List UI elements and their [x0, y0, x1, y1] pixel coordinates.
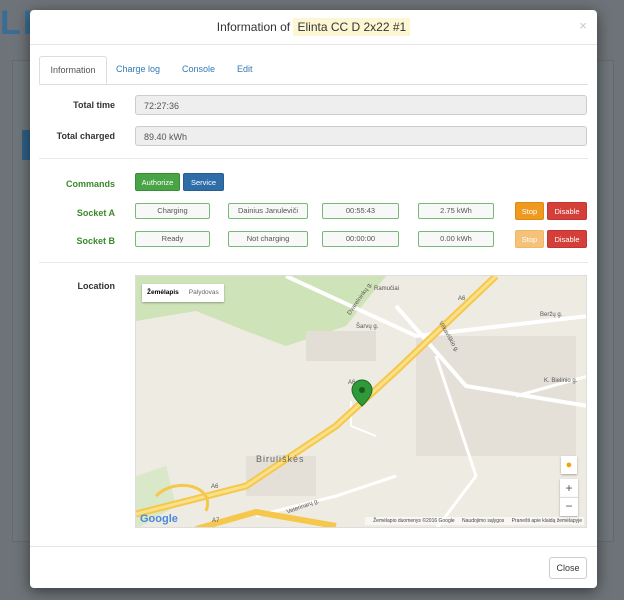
map-terms-link[interactable]: Naudojimo sąlygos	[462, 518, 504, 524]
socket-b-label: Socket B	[76, 236, 115, 246]
map-road-label: A6	[211, 484, 219, 490]
map-data-credit: Žemėlapio duomenys ©2016 Google	[373, 518, 455, 524]
google-logo: Google	[140, 513, 178, 525]
map-label-ramuciai: Ramučiai	[374, 286, 400, 292]
street-view-pegman-icon[interactable]: ●	[561, 456, 577, 474]
socket-a-stop-button[interactable]: Stop	[515, 202, 544, 220]
map-report-link[interactable]: Pranešti apie klaidą žemėlapyje	[512, 518, 582, 524]
total-time-label: Total time	[73, 100, 115, 110]
modal-header: Information of Elinta CC D 2x22 #1 ×	[30, 10, 597, 45]
tab-bar: Information Charge log Console Edit	[39, 56, 588, 85]
map-marker-dot	[359, 387, 365, 393]
total-charged-field: 89.40 kWh	[135, 126, 587, 146]
close-icon[interactable]: ×	[579, 18, 587, 33]
map-street-label: Šarvų g.	[356, 324, 379, 330]
map-type-toggle: Žemėlapis Palydovas	[142, 284, 224, 302]
tab-charge-log[interactable]: Charge log	[116, 56, 160, 84]
map-street-label: Beržų g.	[540, 312, 563, 318]
map-type-map[interactable]: Žemėlapis	[142, 284, 184, 302]
socket-a-disable-button[interactable]: Disable	[547, 202, 587, 220]
station-name: Elinta CC D 2x22 #1	[293, 18, 411, 36]
socket-a-label: Socket A	[76, 208, 115, 218]
modal-title: Information of Elinta CC D 2x22 #1	[30, 10, 597, 44]
commands-label: Commands	[65, 179, 115, 189]
service-button[interactable]: Service	[183, 173, 224, 191]
socket-a-time: 00:55:43	[322, 203, 399, 219]
modal-footer: Close	[30, 546, 597, 588]
socket-b-status: Ready	[135, 231, 210, 247]
authorize-button[interactable]: Authorize	[135, 173, 180, 191]
map-town-label: Biruliškės	[256, 454, 305, 464]
divider	[39, 262, 588, 263]
map-road-label: A7	[212, 518, 220, 524]
tab-console[interactable]: Console	[182, 56, 215, 84]
modal-title-prefix: Information of	[216, 20, 291, 34]
map-road-label: A6	[348, 380, 356, 386]
map-attribution: Žemėlapio duomenys ©2016 Google Naudojim…	[365, 517, 584, 525]
zoom-in-button[interactable]: +	[560, 479, 578, 497]
socket-b-energy: 0.00 kWh	[418, 231, 494, 247]
location-map[interactable]: Žemėlapis Palydovas Ramučiai Dvarelninkų …	[135, 275, 587, 528]
total-charged-label: Total charged	[56, 131, 115, 141]
socket-a-status: Charging	[135, 203, 210, 219]
socket-b-stop-button[interactable]: Stop	[515, 230, 544, 248]
socket-a-user: Dainius Januleviči	[228, 203, 308, 219]
station-info-modal: Information of Elinta CC D 2x22 #1 × Inf…	[30, 10, 597, 588]
total-time-field: 72:27:36	[135, 95, 587, 115]
map-type-satellite[interactable]: Palydovas	[184, 284, 224, 302]
map-canvas	[136, 276, 586, 527]
socket-a-energy: 2.75 kWh	[418, 203, 494, 219]
tab-information[interactable]: Information	[39, 56, 107, 84]
zoom-out-button[interactable]: −	[560, 497, 578, 516]
divider	[39, 158, 588, 159]
close-button[interactable]: Close	[549, 557, 587, 579]
socket-b-user: Not charging	[228, 231, 308, 247]
socket-b-disable-button[interactable]: Disable	[547, 230, 587, 248]
map-street-label: K. Bielinio g.	[544, 378, 578, 384]
tab-edit[interactable]: Edit	[237, 56, 253, 84]
location-label: Location	[77, 281, 116, 291]
map-road-label: A6	[458, 296, 466, 302]
socket-b-time: 00:00:00	[322, 231, 399, 247]
map-built-area	[306, 331, 376, 361]
